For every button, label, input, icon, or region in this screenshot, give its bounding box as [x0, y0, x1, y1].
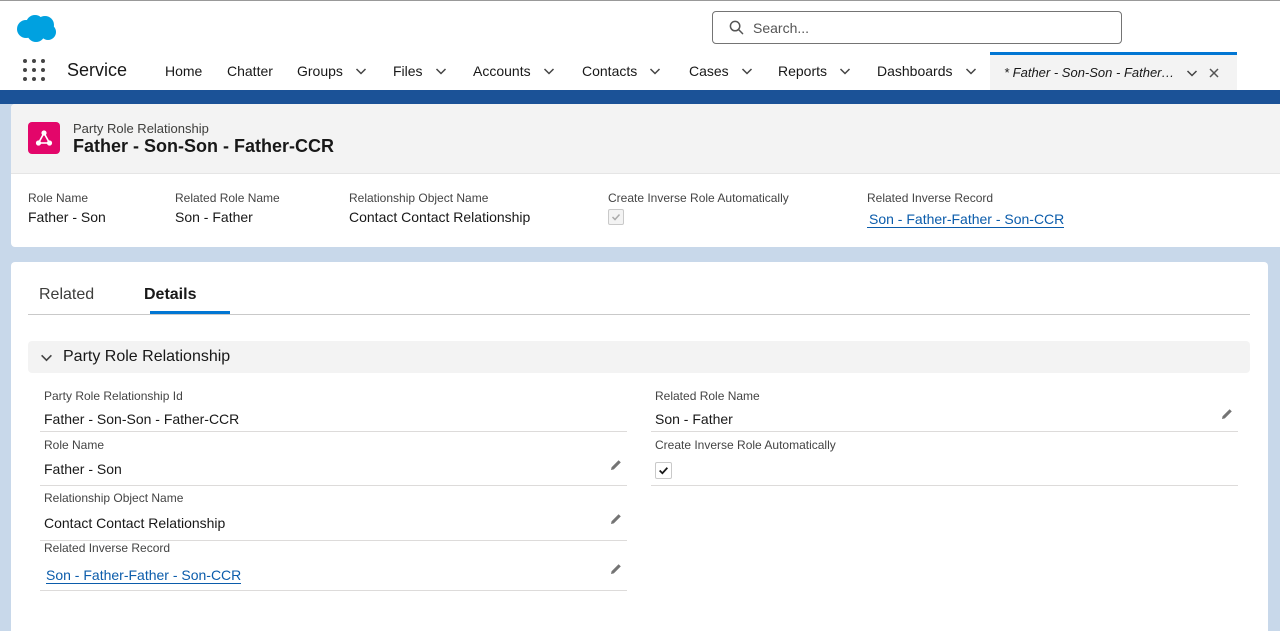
field-value: Father - Son [44, 461, 122, 477]
chevron-down-icon[interactable] [741, 65, 753, 77]
field-role-name: Role Name Father - Son [40, 438, 627, 486]
highlight-relationship-object: Relationship Object Name Contact Contact… [349, 191, 530, 225]
close-icon[interactable] [1208, 67, 1220, 79]
field-label: Relationship Object Name [44, 491, 184, 505]
chevron-down-icon[interactable] [355, 65, 367, 77]
nav-item-label: Chatter [227, 63, 273, 79]
chevron-down-icon[interactable] [435, 65, 447, 77]
field-value: Son - Father [655, 411, 733, 427]
nav-item-label: Reports [778, 63, 828, 79]
nav-item-label: Cases [689, 63, 729, 79]
field-value: Contact Contact Relationship [44, 515, 226, 531]
nav-item-chatter[interactable]: Chatter [227, 63, 273, 79]
section-header[interactable]: Party Role Relationship [28, 341, 1250, 373]
app-name: Service [67, 60, 128, 80]
nav-item-label: Files [393, 63, 423, 79]
chevron-down-icon[interactable] [839, 65, 851, 77]
pencil-icon[interactable] [1220, 407, 1234, 421]
search-input[interactable] [753, 19, 1121, 36]
create-inverse-checkbox [655, 462, 672, 479]
field-related-inverse-record: Related Inverse Record Son - Father-Fath… [40, 541, 627, 591]
nav-item-contacts[interactable]: Contacts [582, 63, 661, 79]
field-label: Related Role Name [655, 389, 760, 403]
nav-item-label: Groups [297, 63, 343, 79]
highlight-create-inverse: Create Inverse Role Automatically [608, 191, 789, 225]
nav-item-label: Home [165, 63, 203, 79]
nav-item-label: Dashboards [877, 63, 953, 79]
record-title: Father - Son-Son - Father-CCR [73, 136, 334, 156]
field-relationship-object-name: Relationship Object Name Contact Contact… [40, 491, 627, 541]
search-icon [729, 20, 744, 35]
tab-related[interactable]: Related [39, 286, 94, 304]
chevron-down-icon[interactable] [1186, 67, 1198, 79]
nav-item-label: Contacts [582, 63, 638, 79]
nav-item-reports[interactable]: Reports [778, 63, 851, 79]
field-value: Contact Contact Relationship [349, 209, 531, 225]
nav-item-accounts[interactable]: Accounts [473, 63, 555, 79]
related-inverse-link[interactable]: Son - Father-Father - Son-CCR [46, 567, 242, 584]
highlight-related-inverse: Related Inverse Record Son - Father-Fath… [867, 191, 1065, 229]
related-inverse-link[interactable]: Son - Father-Father - Son-CCR [867, 211, 1065, 228]
field-label: Create Inverse Role Automatically [608, 191, 789, 205]
field-create-inverse-role: Create Inverse Role Automatically [651, 438, 1238, 486]
highlight-role-name: Role Name Father - Son [28, 191, 106, 225]
tab-details[interactable]: Details [144, 286, 196, 304]
nav-item-groups[interactable]: Groups [297, 63, 367, 79]
section-title: Party Role Relationship [63, 348, 231, 365]
field-party-role-relationship-id: Party Role Relationship Id Father - Son-… [40, 389, 627, 432]
pencil-icon[interactable] [609, 562, 623, 576]
workspace-tab-active[interactable]: * Father - Son-Son - Father-CCR [990, 52, 1237, 90]
field-label: Party Role Relationship Id [44, 389, 183, 403]
pencil-icon[interactable] [609, 458, 623, 472]
global-search[interactable] [712, 11, 1122, 44]
field-related-role-name: Related Role Name Son - Father [651, 389, 1238, 432]
nav-item-home[interactable]: Home [165, 63, 202, 79]
nav-item-cases[interactable]: Cases [689, 63, 753, 79]
highlights-panel: Party Role Relationship Father - Son-Son… [11, 104, 1280, 247]
field-label: Related Inverse Record [44, 541, 171, 555]
object-label: Party Role Relationship [73, 121, 209, 136]
global-header [0, 0, 1280, 52]
nav-item-label: Accounts [473, 63, 531, 79]
workspace-tab-label: * Father - Son-Son - Father-CCR [1004, 65, 1176, 80]
detail-card: Related Details Party Role Relationship … [11, 262, 1268, 631]
field-value: Father - Son-Son - Father-CCR [44, 411, 240, 427]
relationship-icon [28, 122, 60, 154]
field-label: Role Name [28, 191, 89, 205]
field-label: Role Name [44, 438, 105, 452]
salesforce-cloud-icon[interactable] [14, 13, 58, 43]
field-label: Create Inverse Role Automatically [655, 438, 836, 452]
chevron-down-icon[interactable] [40, 351, 53, 364]
navigation-bar: Service Home Chatter Groups Files Accoun… [0, 52, 1280, 90]
pencil-icon[interactable] [609, 512, 623, 526]
field-value: Father - Son [28, 209, 106, 225]
chevron-down-icon[interactable] [649, 65, 661, 77]
chevron-down-icon[interactable] [965, 65, 977, 77]
field-value: Son - Father [175, 209, 253, 225]
create-inverse-checkbox [608, 209, 624, 225]
nav-item-dashboards[interactable]: Dashboards [877, 63, 977, 79]
active-tab-indicator [150, 311, 230, 314]
field-label: Related Inverse Record [867, 191, 994, 205]
field-label: Related Role Name [175, 191, 280, 205]
chevron-down-icon[interactable] [543, 65, 555, 77]
waffle-icon[interactable] [23, 59, 45, 81]
field-label: Relationship Object Name [349, 191, 489, 205]
record-tabs: Related Details [28, 262, 1250, 315]
highlight-related-role-name: Related Role Name Son - Father [175, 191, 280, 225]
nav-item-files[interactable]: Files [393, 63, 447, 79]
